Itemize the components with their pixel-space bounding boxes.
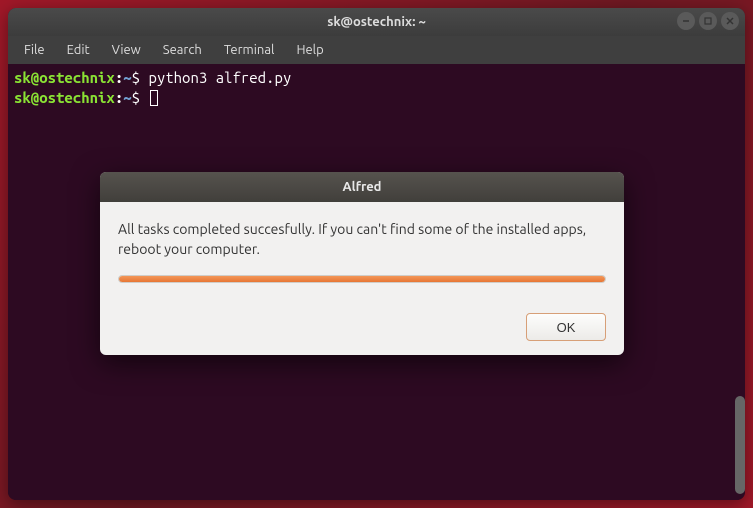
prompt-dollar: $ — [132, 69, 149, 86]
prompt-colon: : — [115, 69, 123, 86]
window-title: sk@ostechnix: ~ — [327, 15, 426, 29]
dialog-message: All tasks completed succesfully. If you … — [118, 220, 606, 259]
minimize-icon[interactable] — [677, 12, 695, 30]
prompt-path: ~ — [123, 89, 131, 106]
ok-button[interactable]: OK — [526, 313, 606, 341]
cursor-icon — [150, 90, 158, 106]
command-text: python3 alfred.py — [148, 69, 291, 86]
prompt-colon: : — [115, 89, 123, 106]
prompt-path: ~ — [123, 69, 131, 86]
terminal-line: sk@ostechnix:~$ — [14, 88, 739, 108]
dialog-titlebar[interactable]: Alfred — [100, 172, 624, 202]
titlebar[interactable]: sk@ostechnix: ~ — [8, 8, 745, 36]
menu-file[interactable]: File — [14, 39, 55, 61]
scrollbar[interactable] — [735, 396, 745, 494]
progress-bar — [119, 276, 605, 282]
menu-view[interactable]: View — [102, 39, 151, 61]
dialog-body: All tasks completed succesfully. If you … — [100, 202, 624, 355]
progress-track — [118, 275, 606, 283]
close-icon[interactable] — [721, 12, 739, 30]
menu-search[interactable]: Search — [153, 39, 212, 61]
window-controls — [677, 12, 739, 30]
prompt-user: sk@ostechnix — [14, 69, 115, 86]
maximize-icon[interactable] — [699, 12, 717, 30]
dialog-actions: OK — [118, 313, 606, 341]
menu-help[interactable]: Help — [286, 39, 333, 61]
prompt-user: sk@ostechnix — [14, 89, 115, 106]
dialog-title-text: Alfred — [343, 180, 382, 194]
menubar: File Edit View Search Terminal Help — [8, 36, 745, 64]
menu-edit[interactable]: Edit — [57, 39, 100, 61]
alfred-dialog: Alfred All tasks completed succesfully. … — [100, 172, 624, 355]
prompt-dollar: $ — [132, 89, 149, 106]
terminal-line: sk@ostechnix:~$ python3 alfred.py — [14, 68, 739, 88]
menu-terminal[interactable]: Terminal — [214, 39, 285, 61]
